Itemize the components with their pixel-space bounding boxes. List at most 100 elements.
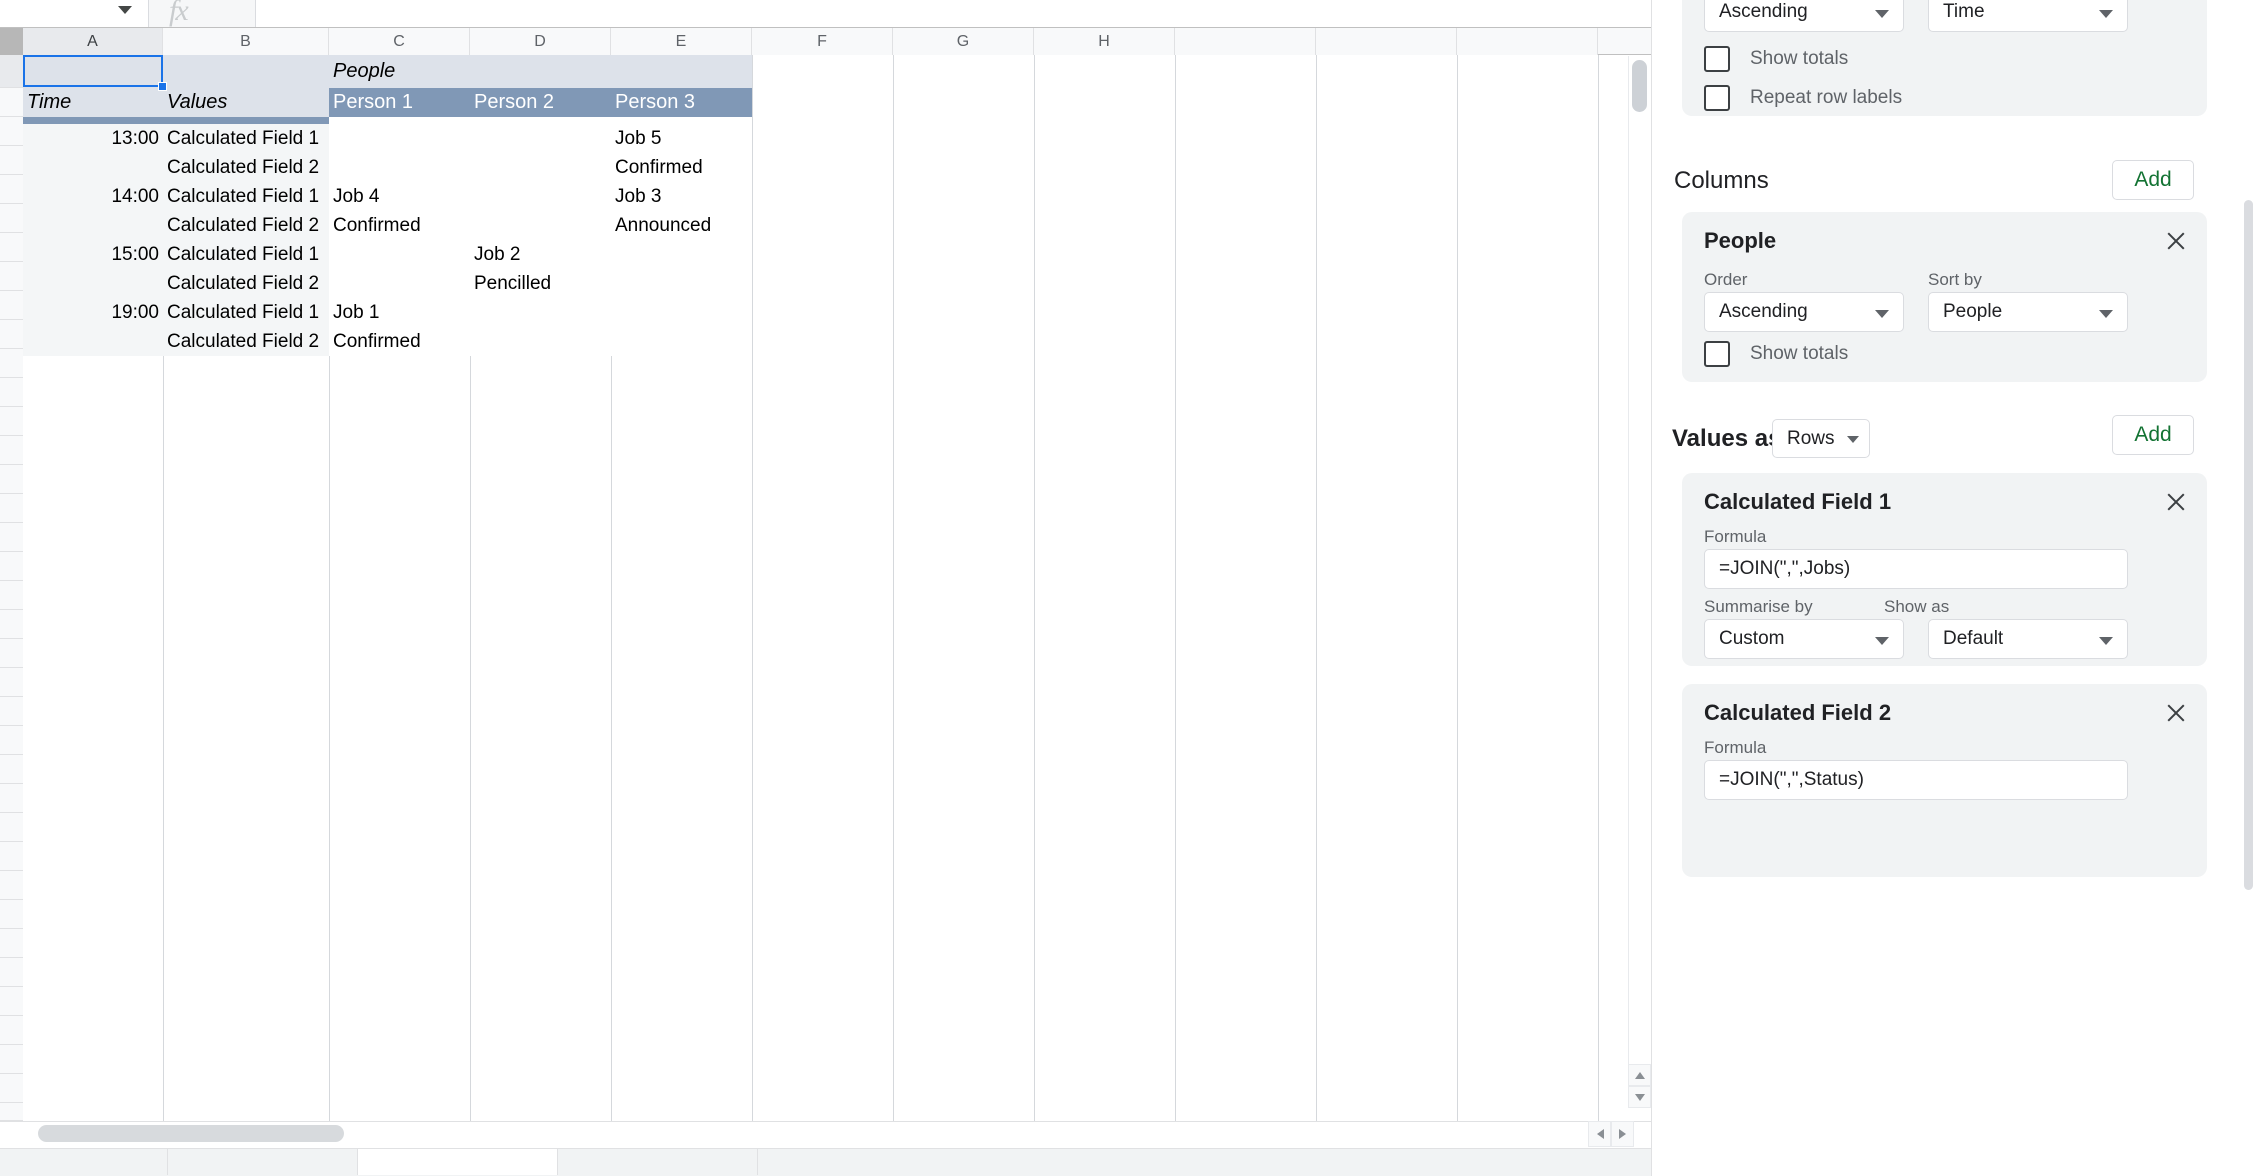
column-header-j[interactable] (1316, 28, 1457, 55)
sheet-tab-2[interactable] (168, 1149, 358, 1175)
column-header-g[interactable]: G (893, 28, 1034, 55)
row-header-25[interactable] (0, 755, 23, 784)
select-all-corner[interactable] (0, 28, 23, 55)
pivot-cell-person1-r2[interactable] (329, 153, 470, 182)
close-icon[interactable] (2163, 228, 2189, 254)
row-header-28[interactable] (0, 842, 23, 871)
rows-order-select[interactable]: Ascending (1704, 0, 1904, 32)
pivot-cell-time-r2[interactable] (23, 153, 163, 182)
pivot-cell-field-r8[interactable]: Calculated Field 2 (163, 327, 329, 356)
pivot-cell-person1-r6[interactable] (329, 269, 470, 298)
pivot-cell-field-r1[interactable]: Calculated Field 1 (163, 124, 329, 153)
vertical-scrollbar-thumb[interactable] (1632, 60, 1647, 112)
row-header-19[interactable] (0, 581, 23, 610)
pivot-cell-person1-r3[interactable]: Job 4 (329, 182, 470, 211)
pivot-column-header-person-3[interactable]: Person 3 (611, 88, 752, 117)
pivot-row-label-time[interactable]: Time (23, 88, 163, 117)
horizontal-scrollbar-thumb[interactable] (38, 1125, 344, 1142)
row-header-36[interactable] (0, 1074, 23, 1103)
values-card-1-show-as-select[interactable]: Default (1928, 619, 2128, 659)
column-header-f[interactable]: F (752, 28, 893, 55)
pivot-cell-field-r3[interactable]: Calculated Field 1 (163, 182, 329, 211)
row-header-31[interactable] (0, 929, 23, 958)
pivot-cell-person2-r8[interactable] (470, 327, 611, 356)
column-header-d[interactable]: D (470, 28, 611, 55)
pivot-cell-field-r7[interactable]: Calculated Field 1 (163, 298, 329, 327)
rows-sort-by-select[interactable]: Time (1928, 0, 2128, 32)
column-header-k[interactable] (1457, 28, 1598, 55)
pivot-cell-field-r4[interactable]: Calculated Field 2 (163, 211, 329, 240)
column-header-b[interactable]: B (163, 28, 329, 55)
row-header-8[interactable] (0, 262, 23, 291)
columns-order-select[interactable]: Ascending (1704, 292, 1904, 332)
row-header-22[interactable] (0, 668, 23, 697)
column-header-e[interactable]: E (611, 28, 752, 55)
row-header-32[interactable] (0, 958, 23, 987)
pivot-cell-person3-r1[interactable]: Job 5 (611, 124, 752, 153)
pivot-cell-person1-r1[interactable] (329, 124, 470, 153)
row-header-4[interactable] (0, 146, 23, 175)
pivot-cell-field-r5[interactable]: Calculated Field 1 (163, 240, 329, 269)
row-header-14[interactable] (0, 436, 23, 465)
name-box-chevron-down-icon[interactable] (118, 6, 132, 14)
row-header-29[interactable] (0, 871, 23, 900)
pivot-column-header-person-1[interactable]: Person 1 (329, 88, 470, 117)
cell-a1[interactable] (23, 55, 163, 88)
pivot-cell-time-r1[interactable]: 13:00 (23, 124, 163, 153)
row-header-16[interactable] (0, 494, 23, 523)
pivot-cell-person3-r5[interactable] (611, 240, 752, 269)
pivot-cell-time-r7[interactable]: 19:00 (23, 298, 163, 327)
row-header-7[interactable] (0, 233, 23, 262)
row-header-20[interactable] (0, 610, 23, 639)
row-header-27[interactable] (0, 813, 23, 842)
column-header-c[interactable]: C (329, 28, 470, 55)
pivot-row-label-values[interactable]: Values (163, 88, 329, 117)
row-header-2[interactable] (0, 88, 23, 117)
row-header-23[interactable] (0, 697, 23, 726)
pivot-cell-person3-r4[interactable]: Announced (611, 211, 752, 240)
pivot-cell-person1-r7[interactable]: Job 1 (329, 298, 470, 327)
row-header-12[interactable] (0, 378, 23, 407)
row-header-21[interactable] (0, 639, 23, 668)
pivot-cell-person1-r4[interactable]: Confirmed (329, 211, 470, 240)
selection-fill-handle[interactable] (158, 82, 167, 91)
pivot-cell-person2-r2[interactable] (470, 153, 611, 182)
row-header-17[interactable] (0, 523, 23, 552)
column-header-a[interactable]: A (23, 28, 163, 55)
values-card-2-formula-input[interactable] (1704, 760, 2128, 800)
pivot-cell-time-r8[interactable] (23, 327, 163, 356)
row-header-13[interactable] (0, 407, 23, 436)
close-icon[interactable] (2163, 489, 2189, 515)
row-header-10[interactable] (0, 320, 23, 349)
row-header-30[interactable] (0, 900, 23, 929)
close-icon[interactable] (2163, 700, 2189, 726)
pivot-cell-person2-r4[interactable] (470, 211, 611, 240)
pivot-cell-person3-r3[interactable]: Job 3 (611, 182, 752, 211)
pivot-cell-field-r6[interactable]: Calculated Field 2 (163, 269, 329, 298)
pivot-cell-person2-r7[interactable] (470, 298, 611, 327)
sheet-tab-1[interactable] (8, 1149, 168, 1175)
values-as-select[interactable]: Rows (1772, 419, 1870, 458)
pivot-cell-person2-r6[interactable]: Pencilled (470, 269, 611, 298)
pivot-cell-time-r4[interactable] (23, 211, 163, 240)
pivot-cell-person3-r8[interactable] (611, 327, 752, 356)
row-header-5[interactable] (0, 175, 23, 204)
row-header-15[interactable] (0, 465, 23, 494)
pivot-cell-person2-r1[interactable] (470, 124, 611, 153)
pivot-cell-person1-r8[interactable]: Confirmed (329, 327, 470, 356)
pivot-cell-person3-r6[interactable] (611, 269, 752, 298)
scroll-down-arrow-icon[interactable] (1628, 1086, 1651, 1108)
pivot-cell-person2-r5[interactable]: Job 2 (470, 240, 611, 269)
column-header-i[interactable] (1175, 28, 1316, 55)
row-header-11[interactable] (0, 349, 23, 378)
row-header-26[interactable] (0, 784, 23, 813)
row-header-18[interactable] (0, 552, 23, 581)
pivot-cell-person3-r7[interactable] (611, 298, 752, 327)
row-header-9[interactable] (0, 291, 23, 320)
row-header-3[interactable] (0, 117, 23, 146)
columns-sort-by-select[interactable]: People (1928, 292, 2128, 332)
pivot-cell-person1-r5[interactable] (329, 240, 470, 269)
row-header-33[interactable] (0, 987, 23, 1016)
pivot-cell-field-r2[interactable]: Calculated Field 2 (163, 153, 329, 182)
sheet-tab-3-active[interactable] (358, 1149, 558, 1175)
